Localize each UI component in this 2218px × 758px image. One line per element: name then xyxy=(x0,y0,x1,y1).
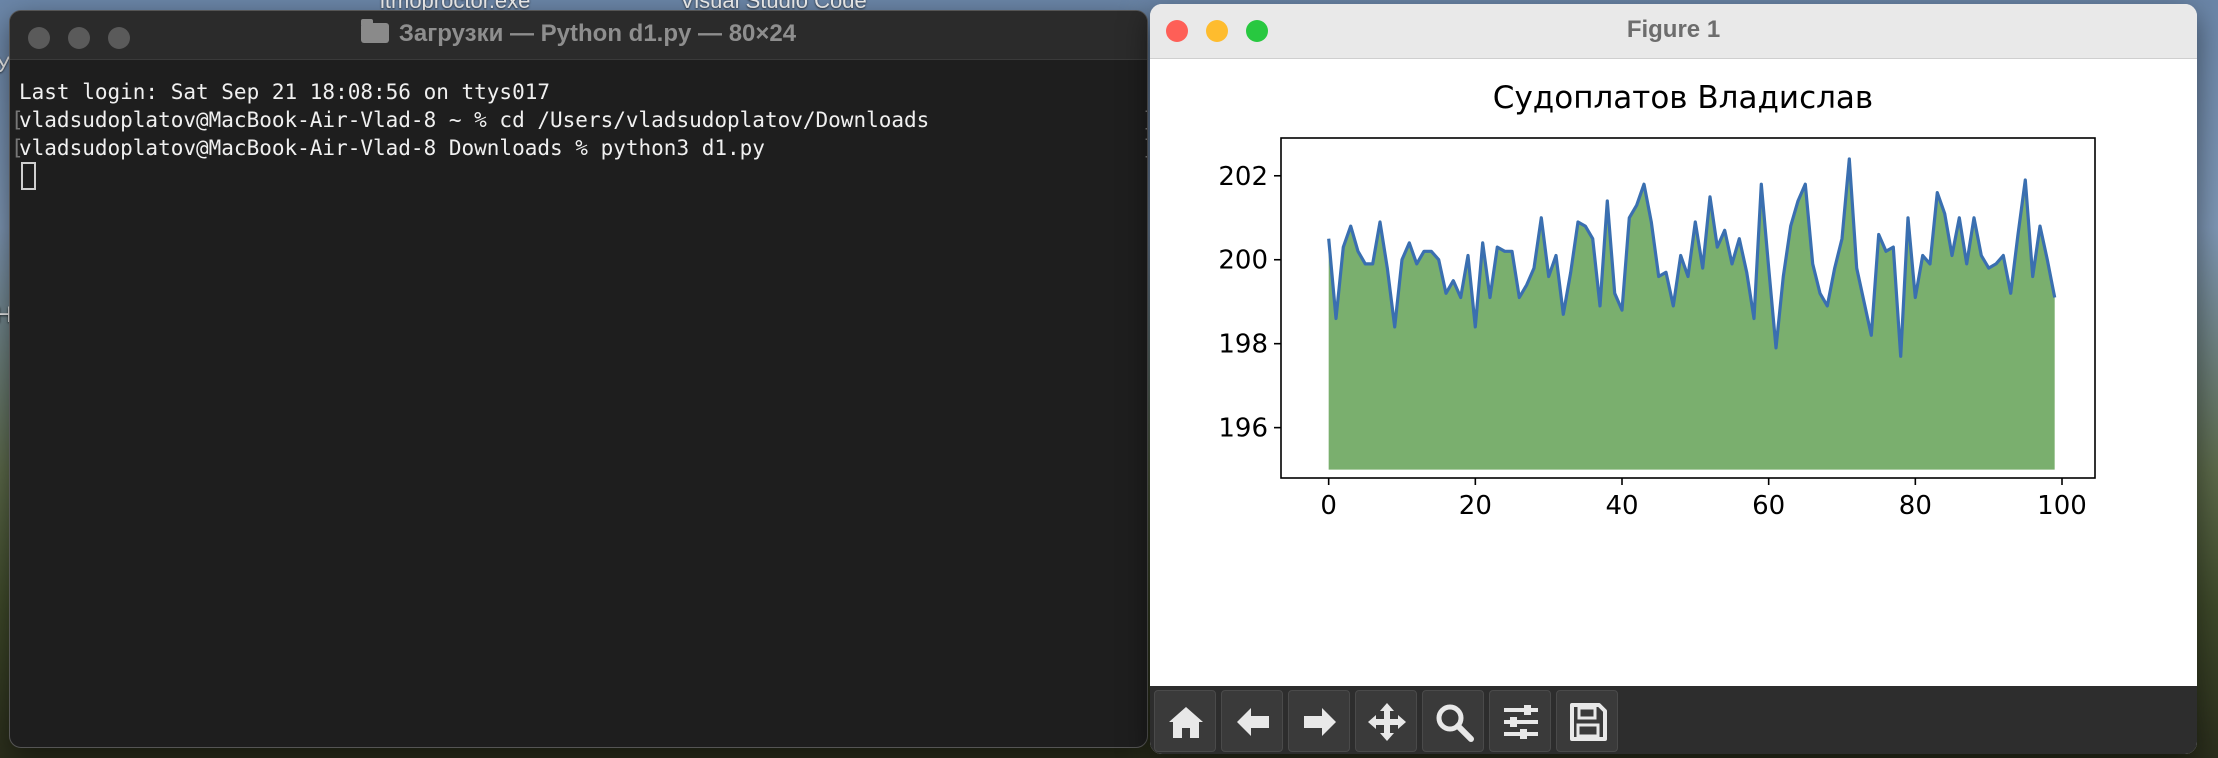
terminal-output[interactable]: Last login: Sat Sep 21 18:08:56 on ttys0… xyxy=(10,60,1147,192)
save-button[interactable] xyxy=(1556,690,1618,752)
y-tick-label: 196 xyxy=(1218,414,1268,444)
figure-toolbar xyxy=(1150,686,2197,754)
mark-bracket-left: [ xyxy=(11,136,24,160)
save-icon xyxy=(1570,703,1607,741)
folder-icon xyxy=(360,19,389,43)
x-tick-label: 40 xyxy=(1605,491,1638,521)
y-tick-label: 198 xyxy=(1218,330,1268,360)
terminal-title-text: Загрузки — Python d1.py — 80×24 xyxy=(398,20,797,47)
figure-titlebar[interactable]: Figure 1 xyxy=(1150,4,2197,59)
terminal-line-text: vladsudoplatov@MacBook-Air-Vlad-8 ~ % cd… xyxy=(19,108,930,132)
x-tick-label: 60 xyxy=(1752,491,1785,521)
back-arrow-icon xyxy=(1237,708,1269,736)
terminal-line: Last login: Sat Sep 21 18:08:56 on ttys0… xyxy=(19,78,1147,106)
x-tick-label: 20 xyxy=(1459,491,1492,521)
terminal-line: [vladsudoplatov@MacBook-Air-Vlad-8 Downl… xyxy=(11,134,1147,162)
terminal-title: Загрузки — Python d1.py — 80×24 xyxy=(10,19,1147,48)
y-tick-label: 200 xyxy=(1218,246,1268,276)
terminal-titlebar[interactable]: Загрузки — Python d1.py — 80×24 xyxy=(10,11,1147,60)
terminal-cursor xyxy=(21,162,36,190)
area-chart: Судоплатов Владислав 0 20 40 60 80 100 196 198 2… xyxy=(1218,80,2096,521)
figure-window[interactable]: Figure 1 Судоплатов Владислав 0 20 40 60 80 1… xyxy=(1150,4,2197,754)
home-icon xyxy=(1169,707,1203,738)
pan-button[interactable] xyxy=(1355,690,1417,752)
terminal-line-text: vladsudoplatov@MacBook-Air-Vlad-8 Downlo… xyxy=(19,136,765,160)
y-tick-label: 202 xyxy=(1218,162,1268,192)
x-tick-label: 100 xyxy=(2037,491,2087,521)
terminal-line: [vladsudoplatov@MacBook-Air-Vlad-8 ~ % c… xyxy=(11,106,1147,134)
zoom-icon xyxy=(1436,704,1474,742)
figure-title: Figure 1 xyxy=(1626,16,1721,43)
configure-subplots-icon xyxy=(1504,705,1538,739)
zoom-button[interactable] xyxy=(1422,690,1484,752)
mark-bracket-right: ] xyxy=(1142,106,1147,134)
configure-subplots-button[interactable] xyxy=(1489,690,1551,752)
area-fill xyxy=(1328,159,2055,470)
home-button[interactable] xyxy=(1154,690,1216,752)
forward-arrow-icon xyxy=(1304,708,1336,736)
terminal-prompt-line xyxy=(19,162,1147,192)
mark-bracket-left: [ xyxy=(11,108,24,132)
x-tick-label: 80 xyxy=(1899,491,1932,521)
mark-bracket-right: ] xyxy=(1142,134,1147,162)
chart-title: Судоплатов Владислав xyxy=(1493,80,1873,116)
terminal-window[interactable]: Загрузки — Python d1.py — 80×24 Last log… xyxy=(9,10,1148,748)
plot-canvas[interactable]: Судоплатов Владислав 0 20 40 60 80 100 196 198 2… xyxy=(1150,59,2197,686)
terminal-line-text: Last login: Sat Sep 21 18:08:56 on ttys0… xyxy=(19,80,551,104)
pan-icon xyxy=(1368,703,1406,741)
forward-button[interactable] xyxy=(1288,690,1350,752)
x-tick-label: 0 xyxy=(1320,491,1337,521)
back-button[interactable] xyxy=(1221,690,1283,752)
